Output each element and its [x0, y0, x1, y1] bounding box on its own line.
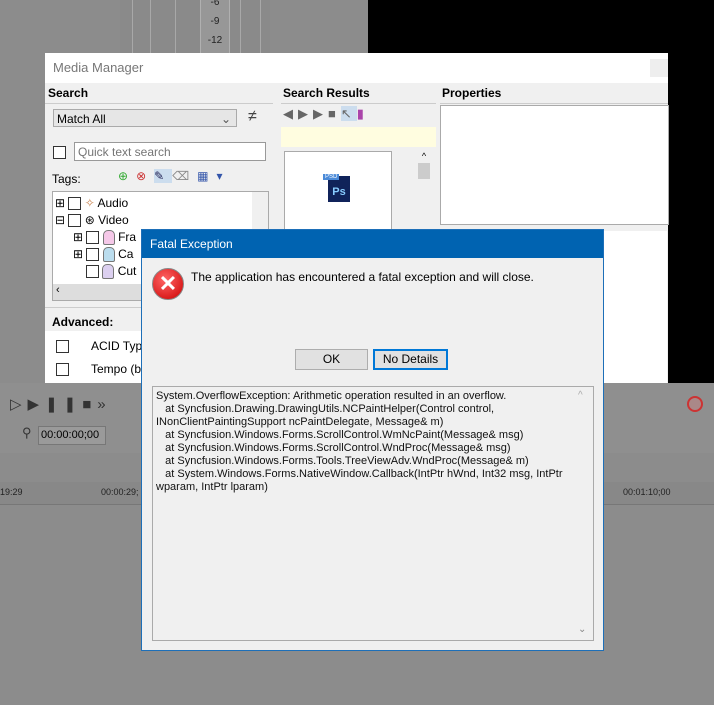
back-icon: ◀	[283, 106, 298, 121]
match-select[interactable]: Match All ⌄	[53, 109, 237, 127]
play-icon: ▶	[313, 106, 328, 121]
scroll-up-icon[interactable]: ^	[578, 390, 583, 401]
view-options-icon: ▦▾	[197, 169, 231, 183]
quick-search-input[interactable]	[74, 142, 266, 161]
window-title: Media Manager	[45, 53, 668, 83]
tree-item-audio[interactable]: ⊞ ✧ Audio	[55, 195, 268, 212]
results-scrollbar[interactable]: ^	[416, 151, 432, 241]
marker-icon: ⚲	[22, 425, 32, 440]
tags-label: Tags:	[52, 172, 81, 186]
properties-header: Properties	[440, 83, 668, 104]
transport-buttons[interactable]: ▷▶❚❚■»	[10, 395, 112, 413]
ruler-label: 00:00:29;	[101, 487, 139, 497]
ok-button[interactable]: OK	[295, 349, 368, 370]
remove-tag-icon: ⊗	[136, 169, 155, 183]
meter-tick: -12	[207, 35, 223, 46]
chart-icon: ▮	[356, 106, 369, 121]
tag-icon	[102, 230, 115, 246]
audio-icon: ✧	[84, 196, 95, 210]
search-header: Search	[45, 83, 273, 104]
not-equal-icon[interactable]: ≠	[248, 108, 257, 126]
tag-icon	[102, 264, 115, 280]
audio-meter	[120, 0, 270, 53]
eraser-icon: ⌫	[172, 169, 198, 183]
fatal-exception-dialog: Fatal Exception ✕ The application has en…	[141, 229, 604, 651]
add-tag-icon: ⊕	[118, 169, 137, 183]
edit-tag-icon: ✎	[154, 169, 173, 183]
dialog-title: Fatal Exception	[142, 230, 603, 258]
advanced-row[interactable]: ACID Type	[56, 339, 149, 354]
match-select-value: Match All	[57, 112, 106, 126]
results-header: Search Results	[281, 83, 436, 104]
tree-item-video[interactable]: ⊟ ⊛ Video	[55, 212, 268, 229]
ruler-label: 19:29	[0, 487, 23, 497]
error-icon: ✕	[152, 268, 184, 300]
forward-icon: ▶	[298, 106, 313, 121]
scroll-down-icon[interactable]: ⌄	[578, 624, 586, 635]
quick-search-checkbox[interactable]	[53, 146, 66, 160]
results-toolbar[interactable]: ◀▶▶■↖▮	[283, 106, 369, 122]
advanced-label: Advanced:	[52, 315, 114, 329]
close-button[interactable]	[650, 59, 668, 77]
meter-scale: -6 -9 -12	[200, 0, 230, 53]
no-details-button[interactable]: No Details	[373, 349, 448, 370]
record-icon[interactable]	[687, 396, 703, 412]
exception-details-text[interactable]: System.OverflowException: Arithmetic ope…	[152, 386, 594, 641]
file-badge: PSD	[323, 174, 340, 180]
tag-toolbar[interactable]: ⊕⊗✎⌫▦▾	[118, 169, 231, 183]
advanced-row[interactable]: Tempo (bp	[56, 362, 148, 377]
meter-tick: -6	[210, 0, 220, 8]
meter-tick: -9	[210, 16, 220, 27]
select-icon: ↖	[340, 106, 357, 121]
error-message: The application has encountered a fatal …	[191, 270, 534, 284]
ruler-label: 00:01:10;00	[623, 487, 671, 497]
stop-icon: ■	[328, 106, 341, 121]
chevron-down-icon: ⌄	[220, 112, 231, 126]
video-icon: ⊛	[84, 213, 95, 227]
tag-icon	[102, 247, 115, 263]
time-display[interactable]: 00:00:00;00	[38, 426, 106, 445]
